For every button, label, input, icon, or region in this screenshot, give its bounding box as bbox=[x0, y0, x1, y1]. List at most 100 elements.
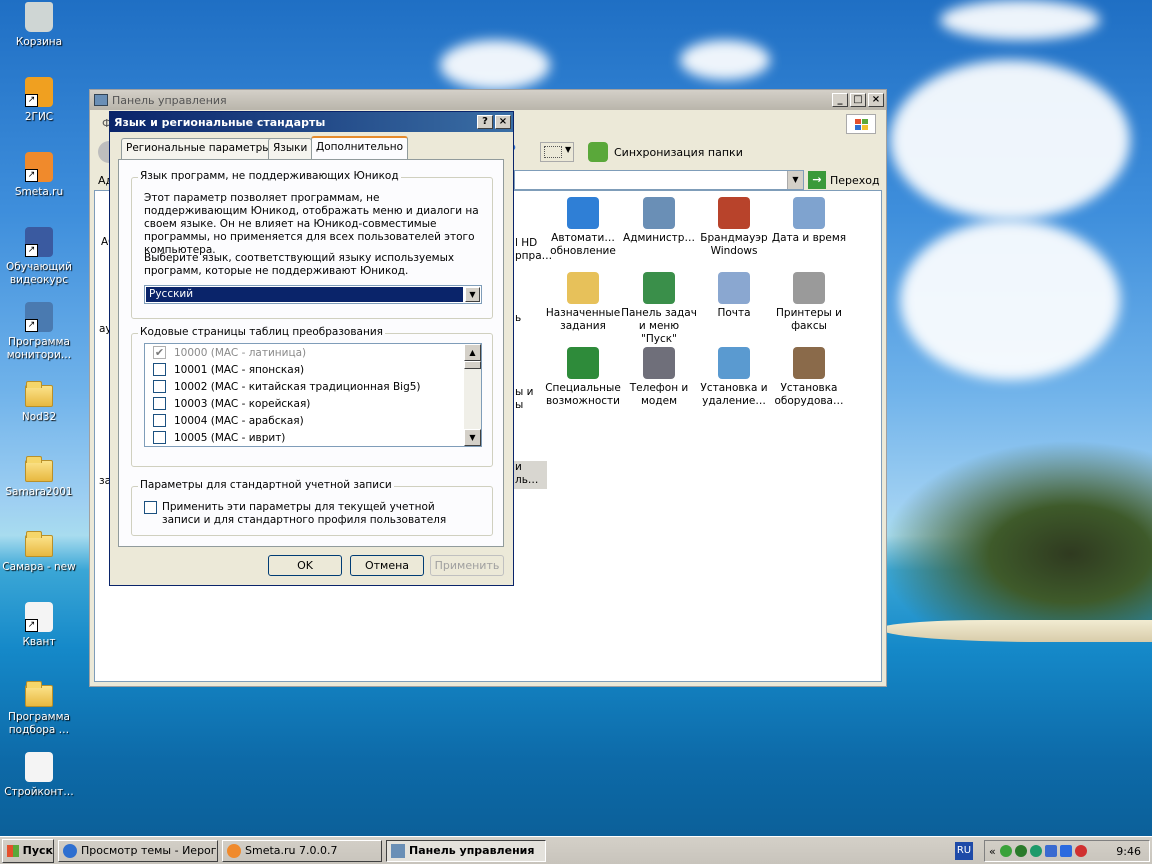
sync-button[interactable]: Синхронизация папки bbox=[588, 142, 743, 162]
scroll-up-button[interactable]: ▲ bbox=[464, 344, 481, 361]
task-control-panel[interactable]: Панель управления bbox=[386, 839, 546, 862]
network-icon[interactable] bbox=[1014, 845, 1027, 857]
desktop-icon[interactable]: Стройконт… bbox=[2, 752, 76, 799]
dialog-title: Язык и региональные стандарты bbox=[114, 115, 326, 129]
desktop-icon[interactable]: Квант bbox=[2, 602, 76, 649]
code-page-row[interactable]: 10005 (MAC - иврит) bbox=[145, 429, 465, 446]
control-panel-item[interactable]: Дата и время bbox=[771, 197, 847, 245]
desktop-icon[interactable]: Самара - new bbox=[2, 527, 76, 574]
control-panel-item-label: Назначенные задания bbox=[545, 307, 621, 332]
cloud bbox=[940, 0, 1100, 40]
address-input[interactable]: ▼ bbox=[514, 170, 804, 190]
views-button[interactable]: ▼ bbox=[540, 142, 574, 162]
desktop-icon[interactable]: Обучающий видеокурс bbox=[2, 227, 76, 287]
accessibility-icon bbox=[567, 347, 599, 379]
code-page-checkbox[interactable] bbox=[153, 363, 166, 376]
code-page-row[interactable]: 10003 (MAC - корейская) bbox=[145, 395, 465, 412]
maximize-button[interactable]: □ bbox=[850, 93, 866, 107]
chevron-down-icon[interactable]: ▼ bbox=[465, 287, 480, 302]
desktop-icon[interactable]: Корзина bbox=[2, 2, 76, 49]
task-label: Просмотр темы - Иерог… bbox=[81, 844, 218, 857]
zip-folder-icon bbox=[25, 681, 53, 707]
clock-icon bbox=[793, 197, 825, 229]
apply-button[interactable]: Применить bbox=[430, 555, 504, 576]
code-page-checkbox[interactable] bbox=[153, 414, 166, 427]
code-page-checkbox[interactable] bbox=[153, 431, 166, 444]
desktop-icon[interactable]: Nod32 bbox=[2, 377, 76, 424]
language-select[interactable]: Русский ▼ bbox=[144, 285, 482, 304]
cancel-button[interactable]: Отмена bbox=[350, 555, 424, 576]
code-pages-list[interactable]: ✔ 10000 (MAC - латиница) 10001 (MAC - япон… bbox=[144, 343, 482, 447]
task-forum[interactable]: Просмотр темы - Иерог… bbox=[58, 839, 218, 862]
ok-button[interactable]: OK bbox=[268, 555, 342, 576]
control-panel-titlebar[interactable]: Панель управления _ □ × bbox=[90, 90, 886, 110]
control-panel-item[interactable]: Установка оборудова… bbox=[771, 347, 847, 408]
control-panel-item[interactable]: Брандмауэр Windows bbox=[696, 197, 772, 258]
control-panel-item[interactable]: Почта bbox=[696, 272, 772, 320]
mail-agent-icon[interactable] bbox=[1044, 845, 1057, 857]
desktop-icon[interactable]: 2ГИС bbox=[2, 77, 76, 124]
task-smeta[interactable]: Smeta.ru 7.0.0.7 bbox=[222, 839, 382, 862]
tab-regional-options[interactable]: Региональные параметры bbox=[121, 138, 276, 159]
list-scrollbar[interactable]: ▲ ▼ bbox=[464, 344, 481, 446]
dialog-titlebar[interactable]: Язык и региональные стандарты ? × bbox=[110, 112, 513, 132]
code-page-label: 10000 (MAC - латиница) bbox=[174, 346, 307, 359]
close-button[interactable]: × bbox=[868, 93, 884, 107]
display-icon[interactable] bbox=[1059, 845, 1072, 857]
control-panel-item-label: Почта bbox=[717, 307, 751, 319]
nod32-icon[interactable] bbox=[1029, 845, 1042, 857]
smeta-icon bbox=[25, 152, 53, 182]
apply-to-default-checkbox[interactable] bbox=[144, 501, 157, 514]
code-page-checkbox[interactable] bbox=[153, 397, 166, 410]
dialog-close-button[interactable]: × bbox=[495, 115, 511, 129]
control-panel-item[interactable]: Специальные возможности bbox=[545, 347, 621, 408]
tab-advanced[interactable]: Дополнительно bbox=[311, 136, 409, 160]
chevron-down-icon: ▼ bbox=[565, 145, 572, 154]
default-account-group-title: Параметры для стандартной учетной записи bbox=[138, 479, 394, 491]
excel-file-icon bbox=[25, 752, 53, 782]
code-page-checkbox[interactable] bbox=[153, 380, 166, 393]
control-panel-item[interactable]: Установка и удаление… bbox=[696, 347, 772, 408]
control-panel-item[interactable]: Администр… bbox=[621, 197, 697, 245]
address-dropdown-button[interactable]: ▼ bbox=[787, 171, 803, 189]
clock[interactable]: 9:46 bbox=[1116, 845, 1141, 858]
control-panel-item[interactable]: Панель задач и меню "Пуск" bbox=[621, 272, 697, 346]
control-panel-item[interactable]: Назначенные задания bbox=[545, 272, 621, 333]
task-label: Smeta.ru 7.0.0.7 bbox=[245, 844, 338, 857]
default-account-group: Параметры для стандартной учетной записи… bbox=[131, 479, 493, 536]
code-page-row[interactable]: 10004 (MAC - арабская) bbox=[145, 412, 465, 429]
non-unicode-group: Язык программ, не поддерживающих Юникод … bbox=[131, 170, 493, 319]
utorrent-icon[interactable] bbox=[999, 845, 1012, 857]
language-indicator[interactable]: RU bbox=[955, 842, 973, 860]
tray-expand-icon[interactable]: « bbox=[989, 845, 996, 858]
code-page-label: 10002 (MAC - китайская традиционная Big5… bbox=[174, 380, 421, 393]
scroll-thumb[interactable] bbox=[464, 361, 481, 369]
scroll-down-button[interactable]: ▼ bbox=[464, 429, 481, 446]
mail-icon bbox=[718, 272, 750, 304]
desktop-icon[interactable]: Samara2001 bbox=[2, 452, 76, 499]
control-panel-item[interactable]: Телефон и модем bbox=[621, 347, 697, 408]
taskbar: Пуск Просмотр темы - Иерог… Smeta.ru 7.0… bbox=[0, 836, 1152, 864]
code-page-row[interactable]: ✔ 10000 (MAC - латиница) bbox=[145, 344, 465, 361]
hardware-icon bbox=[793, 347, 825, 379]
code-page-row[interactable]: 10001 (MAC - японская) bbox=[145, 361, 465, 378]
start-button[interactable]: Пуск bbox=[2, 838, 54, 863]
desktop-icon[interactable]: Smeta.ru bbox=[2, 152, 76, 199]
help-button[interactable]: ? bbox=[477, 115, 493, 129]
control-panel-item[interactable]: Автомати… обновление bbox=[545, 197, 621, 258]
go-arrow-icon: → bbox=[808, 171, 826, 189]
desktop-icon[interactable]: Программа подбора … bbox=[2, 677, 76, 737]
go-button[interactable]: → Переход bbox=[808, 170, 880, 190]
desktop-icon[interactable]: Программа монитори… bbox=[2, 302, 76, 362]
security-shield-icon[interactable] bbox=[1074, 845, 1087, 857]
folder-icon bbox=[25, 456, 53, 482]
cloud bbox=[900, 220, 1120, 380]
start-label: Пуск bbox=[22, 844, 53, 857]
partial-item-selected[interactable]: и ль… bbox=[513, 461, 547, 489]
code-page-checkbox[interactable]: ✔ bbox=[153, 346, 166, 359]
code-page-row[interactable]: 10002 (MAC - китайская традиционная Big5… bbox=[145, 378, 465, 395]
minimize-button[interactable]: _ bbox=[832, 93, 848, 107]
control-panel-item[interactable]: Принтеры и факсы bbox=[771, 272, 847, 333]
desktop-icon-label: Самара - new bbox=[2, 561, 76, 573]
tab-languages[interactable]: Языки bbox=[268, 138, 313, 159]
